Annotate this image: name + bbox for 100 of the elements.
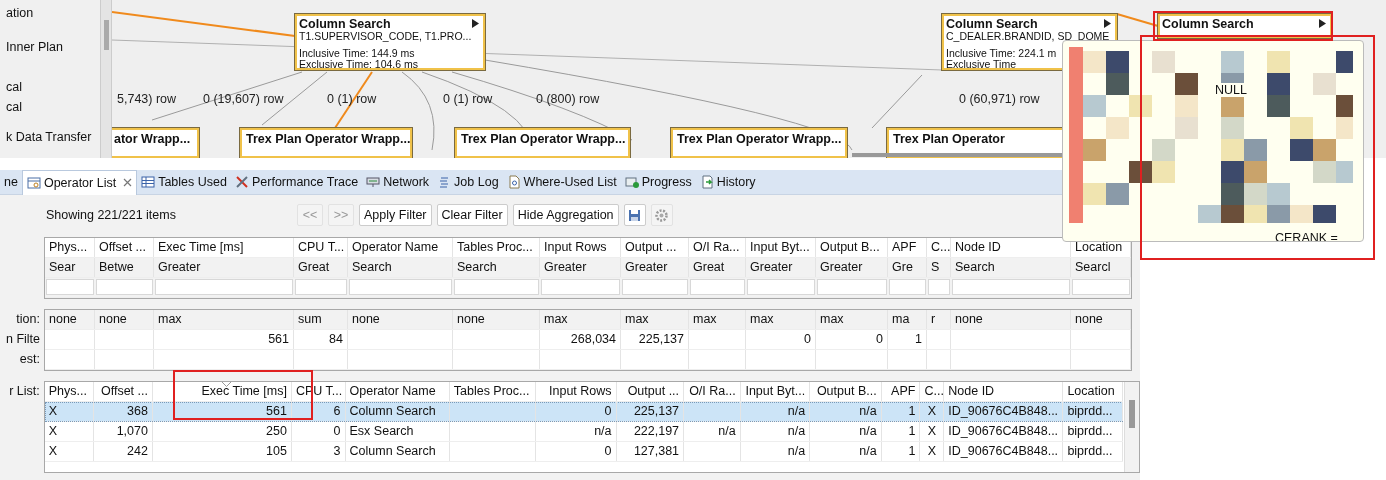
filter-input[interactable]	[1072, 279, 1130, 295]
expand-arrow-icon[interactable]	[1319, 19, 1326, 28]
plan-node[interactable]: Column Search T1.SUPERVISOR_CODE, T1.PRO... Inclusive Time: 144.9 ms Exclusive Time: 104.6 ms	[295, 14, 485, 70]
tab[interactable]: ne	[0, 170, 22, 194]
tab[interactable]: Network	[362, 170, 434, 194]
aggregation-function[interactable]: max	[540, 310, 621, 329]
sidebar-item[interactable]: cal	[6, 100, 22, 114]
filter-type[interactable]: Sear	[45, 258, 95, 277]
filter-type[interactable]: Greater	[540, 258, 621, 277]
filter-input[interactable]	[889, 279, 926, 295]
filter-type[interactable]: Great	[689, 258, 746, 277]
sidebar-item[interactable]: k Data Transfer	[6, 130, 92, 144]
column-header[interactable]: Operator Name	[345, 382, 450, 401]
column-header[interactable]: Input Rows	[540, 238, 621, 257]
plan-node[interactable]: ator Wrapp...	[112, 128, 199, 158]
filter-type[interactable]: Greater	[746, 258, 816, 277]
column-header[interactable]: Output B...	[810, 382, 882, 401]
column-header[interactable]: Exec Time [ms]	[152, 382, 292, 401]
aggregation-function[interactable]: none	[453, 310, 540, 329]
column-header[interactable]: Operator Name	[348, 238, 453, 257]
filter-input[interactable]	[349, 279, 452, 295]
column-header[interactable]: C...	[920, 382, 945, 401]
filter-type[interactable]: Betwe	[95, 258, 154, 277]
plan-node[interactable]: Trex Plan Operator Wrapp...	[455, 128, 630, 158]
aggregation-function[interactable]: max	[621, 310, 689, 329]
close-icon[interactable]	[123, 178, 133, 187]
column-header[interactable]: APF	[888, 238, 927, 257]
column-header[interactable]: O/I Ra...	[689, 238, 746, 257]
column-header[interactable]: Output ...	[621, 238, 689, 257]
column-header[interactable]: Phys...	[45, 238, 95, 257]
save-button[interactable]	[623, 204, 646, 226]
scrollbar-thumb[interactable]	[1129, 400, 1135, 428]
aggregation-function[interactable]: ma	[888, 310, 927, 329]
filter-type[interactable]: Search	[453, 258, 540, 277]
plan-node[interactable]: Trex Plan Operator Wrapp...	[240, 128, 412, 158]
aggregation-function[interactable]: max	[816, 310, 888, 329]
column-header[interactable]: Tables Proc...	[449, 382, 537, 401]
table-row[interactable]: X 1,070 250 0 Esx Search n/a 222,197 n/a n/a n/a 1 X ID_90676C4B848... biprdd...	[44, 422, 1123, 442]
filter-input[interactable]	[952, 279, 1070, 295]
column-header[interactable]: Node ID	[944, 382, 1064, 401]
filter-type[interactable]: Gre	[888, 258, 927, 277]
column-header[interactable]: Input Byt...	[746, 238, 816, 257]
aggregation-function[interactable]: none	[951, 310, 1071, 329]
table-row[interactable]: X 242 105 3 Column Search 0 127,381 n/a n/a 1 X ID_90676C4B848... biprdd...	[44, 442, 1123, 462]
filter-input[interactable]	[747, 279, 815, 295]
aggregation-function[interactable]: sum	[294, 310, 348, 329]
filter-type[interactable]: Search	[348, 258, 453, 277]
aggregation-function[interactable]: max	[154, 310, 294, 329]
filter-input[interactable]	[96, 279, 153, 295]
aggregation-function[interactable]: max	[746, 310, 816, 329]
filter-input[interactable]	[46, 279, 94, 295]
filter-input[interactable]	[622, 279, 688, 295]
aggregation-function[interactable]: none	[45, 310, 95, 329]
plan-node[interactable]: Column Search	[1158, 14, 1332, 38]
tab[interactable]: Operator List	[21, 169, 138, 195]
sidebar-item[interactable]: Inner Plan	[6, 40, 63, 54]
column-header[interactable]: C...	[927, 238, 951, 257]
filter-type[interactable]: Searcl	[1071, 258, 1131, 277]
expand-arrow-icon[interactable]	[472, 19, 479, 28]
column-header[interactable]: Exec Time [ms]	[154, 238, 294, 257]
filter-input[interactable]	[454, 279, 539, 295]
toolbar-button[interactable]: Hide Aggregation	[512, 204, 619, 226]
tab[interactable]: Job Log	[433, 170, 503, 194]
tab[interactable]: Where-Used List	[502, 170, 621, 194]
filter-type[interactable]: S	[927, 258, 951, 277]
column-header[interactable]: Output B...	[816, 238, 888, 257]
sidebar-item[interactable]: cal	[6, 80, 22, 94]
filter-type[interactable]: Great	[294, 258, 348, 277]
column-header[interactable]: Offset ...	[94, 382, 153, 401]
filter-type[interactable]: Greater	[816, 258, 888, 277]
aggregation-function[interactable]: none	[348, 310, 453, 329]
sidebar-item[interactable]: ation	[6, 6, 34, 20]
scrollbar-thumb[interactable]	[103, 20, 109, 50]
filter-input[interactable]	[295, 279, 347, 295]
filter-type[interactable]: Greater	[154, 258, 294, 277]
aggregation-function[interactable]: none	[1071, 310, 1131, 329]
column-header[interactable]: O/I Ra...	[684, 382, 741, 401]
column-header[interactable]: Output ...	[616, 382, 685, 401]
filter-input[interactable]	[928, 279, 950, 295]
aggregation-function[interactable]: max	[689, 310, 746, 329]
filter-input[interactable]	[155, 279, 293, 295]
aggregation-function[interactable]: none	[95, 310, 154, 329]
column-header[interactable]: Location	[1063, 382, 1123, 401]
filter-type[interactable]: Search	[951, 258, 1071, 277]
column-header[interactable]: CPU T...	[294, 238, 348, 257]
filter-input[interactable]	[817, 279, 887, 295]
tab[interactable]: Performance Trace	[230, 170, 363, 194]
scrollbar-thumb[interactable]	[852, 153, 1064, 157]
tab[interactable]: Tables Used	[137, 170, 231, 194]
tab[interactable]: Progress	[620, 170, 696, 194]
filter-type[interactable]: Greater	[621, 258, 689, 277]
toolbar-button[interactable]: Clear Filter	[436, 204, 508, 226]
expand-arrow-icon[interactable]	[1104, 19, 1111, 28]
tab[interactable]: History	[695, 170, 760, 194]
filter-input[interactable]	[690, 279, 745, 295]
column-header[interactable]: APF	[881, 382, 921, 401]
table-row[interactable]: X 368 561 6 Column Search 0 225,137 n/a n/a 1 X ID_90676C4B848... biprdd...	[44, 402, 1123, 422]
filter-input[interactable]	[541, 279, 620, 295]
aggregation-function[interactable]: r	[927, 310, 951, 329]
toolbar-button[interactable]: Apply Filter	[359, 204, 432, 226]
